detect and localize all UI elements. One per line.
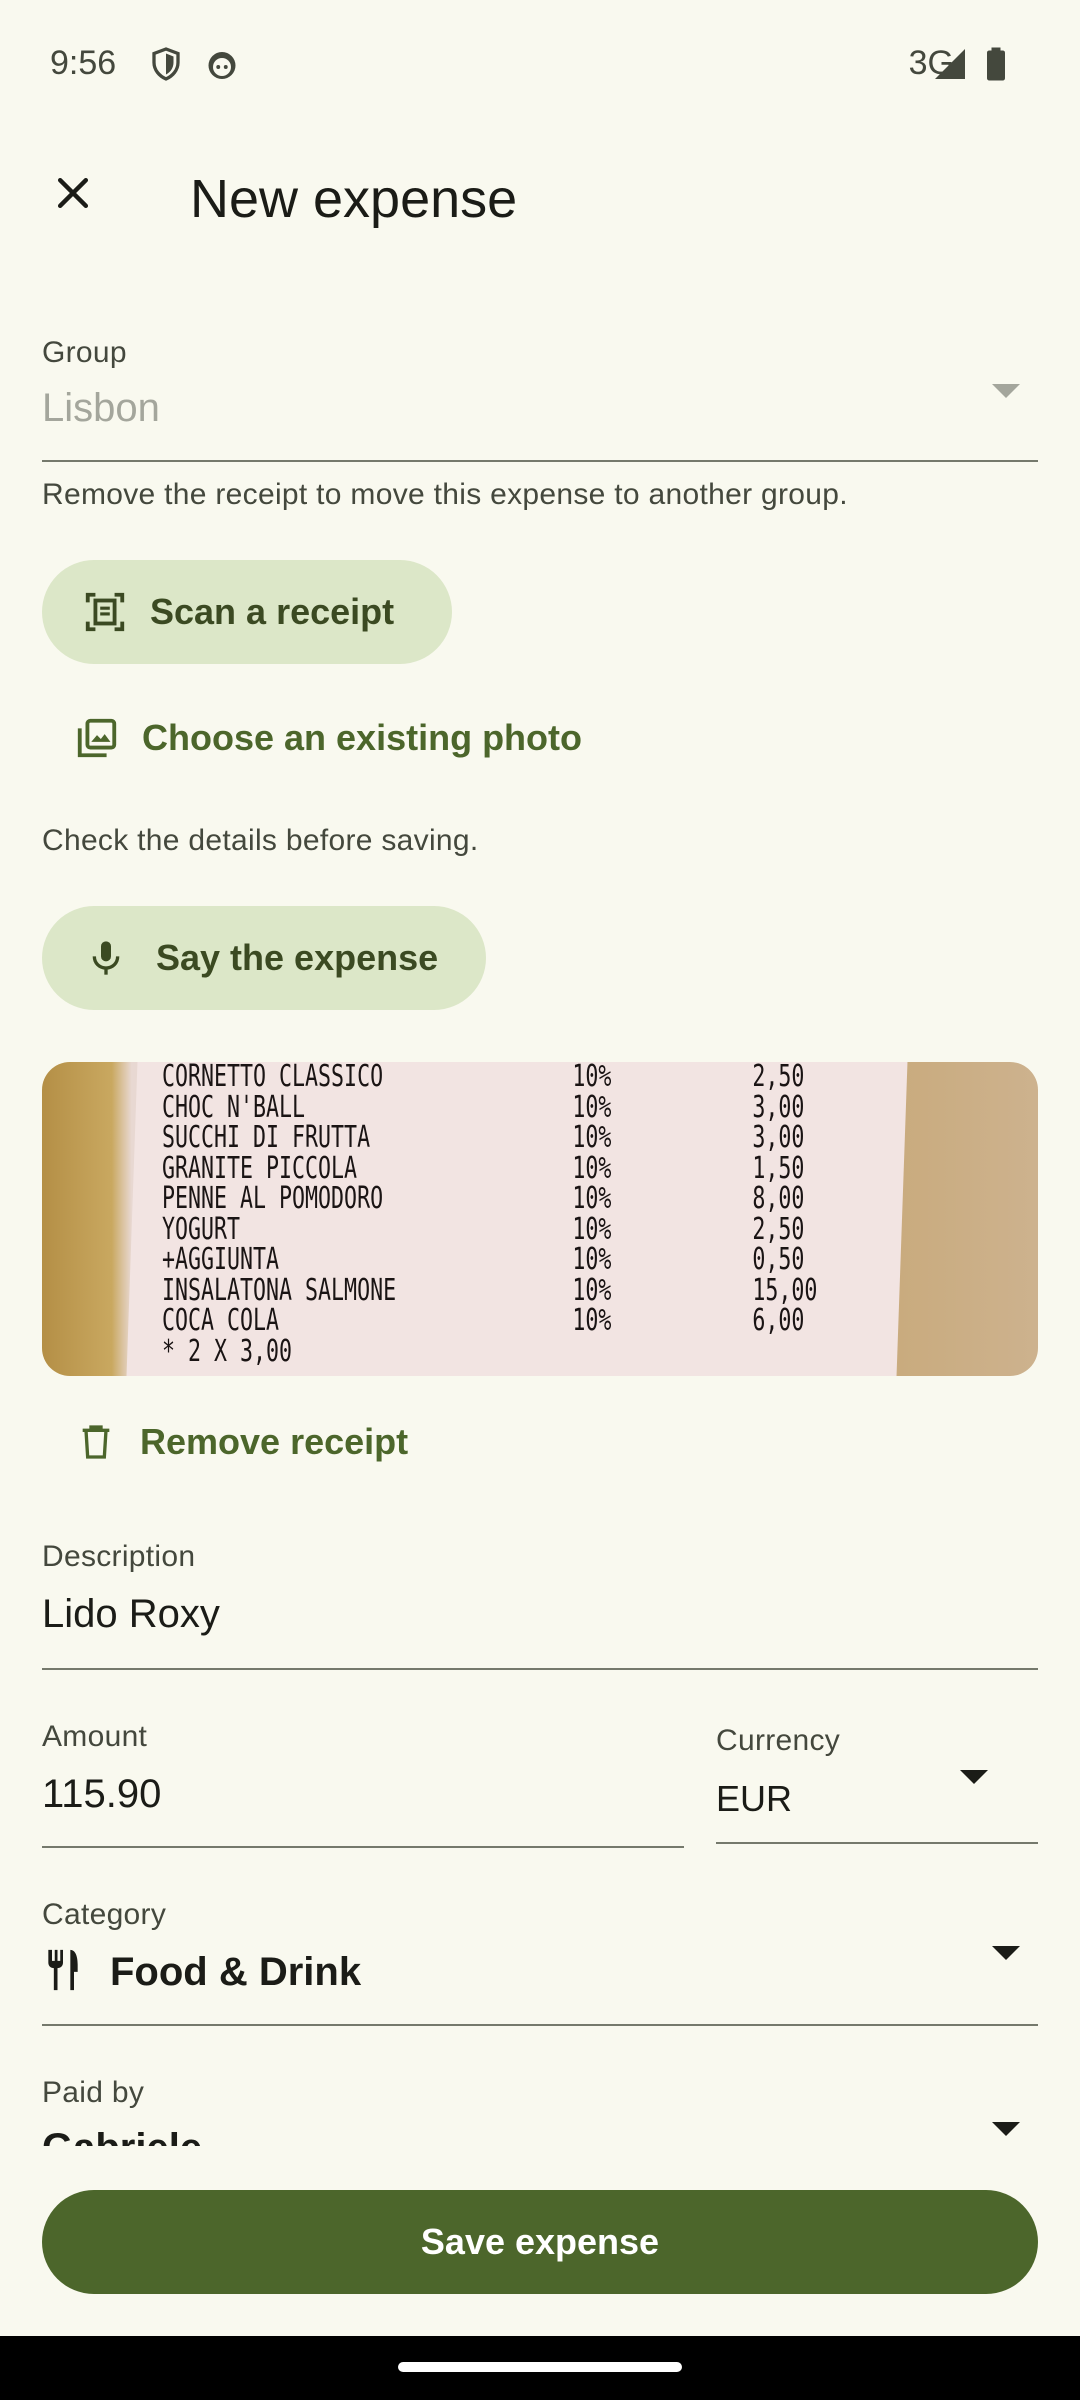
receipt-price: 0,50 bbox=[752, 1242, 805, 1277]
group-label: Group bbox=[42, 336, 127, 369]
receipt-vat: 10% bbox=[572, 1089, 612, 1125]
category-underline bbox=[42, 2024, 1038, 2026]
receipt-line: SUCCHI DI FRUTTA 10% 3,00 bbox=[162, 1122, 804, 1154]
currency-underline bbox=[716, 1842, 1038, 1844]
paid-by-label: Paid by bbox=[42, 2076, 145, 2109]
receipt-price: 2,50 bbox=[752, 1211, 805, 1247]
save-expense-button[interactable]: Save expense bbox=[42, 2190, 1038, 2294]
group-helper-text: Remove the receipt to move this expense … bbox=[42, 478, 848, 511]
photo-library-icon bbox=[74, 715, 120, 761]
receipt-price: 1,50 bbox=[752, 1150, 805, 1186]
receipt-vat: 10% bbox=[572, 1150, 612, 1186]
android-icon bbox=[204, 46, 240, 82]
scan-receipt-label: Scan a receipt bbox=[150, 591, 395, 632]
receipt-line: GRANITE PICCOLA 10% 1,50 bbox=[162, 1153, 804, 1185]
currency-select[interactable]: Currency EUR bbox=[716, 1724, 1038, 1846]
document-scanner-icon bbox=[82, 589, 128, 635]
choose-photo-label: Choose an existing photo bbox=[142, 717, 583, 758]
home-handle[interactable] bbox=[398, 2362, 682, 2372]
receipt-line: COCA COLA 10% 6,00 bbox=[162, 1305, 804, 1337]
receipt-price: 3,00 bbox=[752, 1120, 805, 1155]
receipt-price: 15,00 bbox=[752, 1272, 818, 1308]
category-select[interactable]: Category Food & Drink bbox=[42, 1898, 1038, 2028]
status-bar: 9:56 3G bbox=[0, 0, 1080, 130]
group-value: Lisbon bbox=[42, 386, 160, 430]
currency-label: Currency bbox=[716, 1724, 841, 1757]
receipt-line: PENNE AL POMODORO 10% 8,00 bbox=[162, 1183, 804, 1215]
receipt-line: YOGURT 10% 2,50 bbox=[162, 1214, 804, 1246]
category-value: Food & Drink bbox=[110, 1950, 362, 1994]
say-expense-button[interactable]: Say the expense bbox=[42, 906, 486, 1010]
amount-value[interactable]: 115.90 bbox=[42, 1772, 161, 1817]
trash-icon bbox=[76, 1420, 116, 1464]
receipt-line: * 2 X 3,00 bbox=[162, 1333, 293, 1369]
description-underline bbox=[42, 1668, 1038, 1670]
amount-label: Amount bbox=[42, 1720, 148, 1753]
battery-icon bbox=[978, 46, 1014, 82]
receipt-vat: 10% bbox=[572, 1272, 612, 1308]
close-button[interactable] bbox=[40, 162, 106, 228]
close-icon bbox=[51, 171, 95, 220]
receipt-vat: 10% bbox=[572, 1242, 612, 1277]
receipt-vat: 10% bbox=[572, 1211, 612, 1247]
microphone-icon bbox=[86, 938, 126, 978]
receipt-price: 6,00 bbox=[752, 1303, 805, 1338]
description-field[interactable]: Description Lido Roxy bbox=[42, 1540, 1038, 1672]
choose-photo-button[interactable]: Choose an existing photo bbox=[42, 688, 602, 788]
say-expense-label: Say the expense bbox=[156, 937, 439, 978]
receipt-price: 8,00 bbox=[752, 1181, 805, 1216]
category-label: Category bbox=[42, 1898, 167, 1931]
scan-receipt-button[interactable]: Scan a receipt bbox=[42, 560, 452, 664]
check-details-text: Check the details before saving. bbox=[42, 824, 479, 857]
receipt-line: CORNETTO CLASSICO 10% 2,50 bbox=[162, 1062, 804, 1093]
description-label: Description bbox=[42, 1540, 196, 1573]
amount-underline bbox=[42, 1846, 684, 1848]
receipt-price: 3,00 bbox=[752, 1089, 805, 1125]
chevron-down-icon bbox=[992, 2122, 1020, 2136]
remove-receipt-button[interactable]: Remove receipt bbox=[42, 1392, 442, 1492]
receipt-vat: 10% bbox=[572, 1303, 612, 1338]
paid-by-value: Gabriele bbox=[42, 2126, 202, 2146]
receipt-image: CORNETTO CLASSICO 10% 2,50 CHOC N'BALL 10% 3,… bbox=[42, 1062, 1038, 1376]
chevron-down-icon bbox=[960, 1770, 988, 1784]
receipt-vat: 10% bbox=[572, 1062, 612, 1094]
chevron-down-icon bbox=[992, 1946, 1020, 1960]
signal-icon bbox=[932, 46, 968, 82]
group-underline bbox=[42, 460, 1038, 462]
amount-field[interactable]: Amount 115.90 bbox=[42, 1720, 684, 1850]
fork-knife-icon bbox=[44, 1948, 82, 1992]
receipt-vat: 10% bbox=[572, 1181, 612, 1216]
receipt-line: +AGGIUNTA 10% 0,50 bbox=[162, 1244, 804, 1276]
receipt-line: INSALATONA SALMONE 10% 15,00 bbox=[162, 1275, 817, 1307]
shield-icon bbox=[148, 46, 184, 82]
chevron-down-icon bbox=[992, 384, 1020, 398]
page-title: New expense bbox=[190, 169, 518, 229]
remove-receipt-label: Remove receipt bbox=[140, 1421, 409, 1462]
receipt-vat: 10% bbox=[572, 1120, 612, 1155]
description-value[interactable]: Lido Roxy bbox=[42, 1592, 220, 1637]
paid-by-select[interactable]: Paid by Gabriele bbox=[42, 2076, 1038, 2146]
group-select: Group Lisbon bbox=[42, 336, 1038, 464]
receipt-price: 2,50 bbox=[752, 1062, 805, 1094]
receipt-line: CHOC N'BALL 10% 3,00 bbox=[162, 1092, 804, 1124]
currency-value: EUR bbox=[716, 1778, 793, 1819]
receipt-item: * 2 X 3,00 bbox=[162, 1333, 293, 1369]
status-time: 9:56 bbox=[50, 44, 117, 82]
